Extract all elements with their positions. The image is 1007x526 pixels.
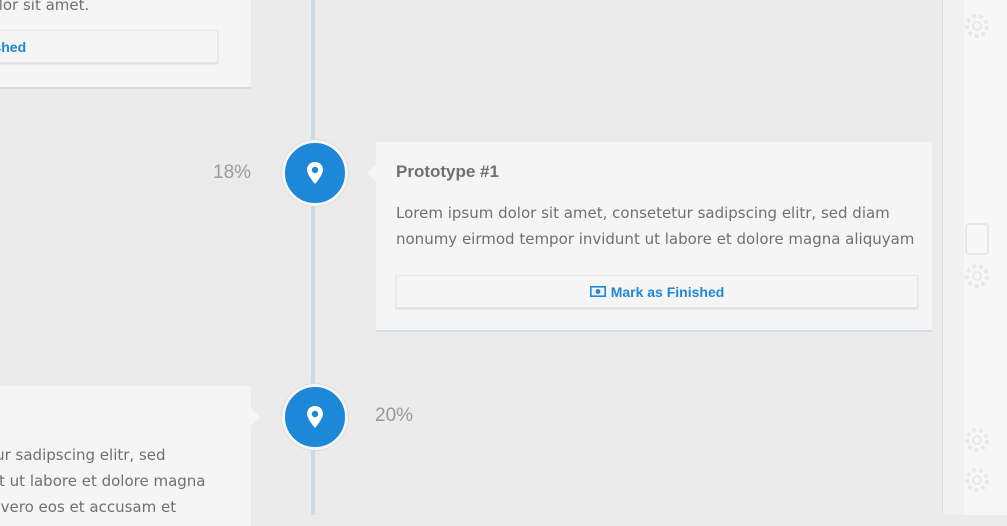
gear-icon [965,223,989,288]
card-body-fragment: etur sadipscing elitr, sed unt ut labore… [0,446,206,516]
button-label: nished [0,38,27,55]
card-body-fragment: dolor sit amet. [0,0,90,14]
button-label: Mark as Finished [610,283,725,300]
timeline-card: etur sadipscing elitr, sed unt ut labore… [0,386,260,526]
timeline-marker [282,384,348,450]
mark-finished-button[interactable]: Mark as Finished [396,275,918,308]
gear-icon [965,428,989,492]
timeline-card-top: dolor sit amet. nished [0,0,251,87]
gear-icon [965,14,989,38]
timeline-card: Prototype #1 Lorem ipsum dolor sit amet,… [367,142,932,330]
mark-finished-button[interactable]: nished [0,30,218,63]
milestone-percent: 18% [213,162,252,183]
map-pin-icon [307,406,323,428]
milestone-percent: 20% [375,405,414,426]
card-body: Lorem ipsum dolor sit amet, consetetur s… [396,204,915,248]
map-pin-icon [307,162,323,184]
card-title: Prototype #1 [396,162,499,181]
money-icon [589,284,606,300]
timeline-marker [282,140,348,206]
